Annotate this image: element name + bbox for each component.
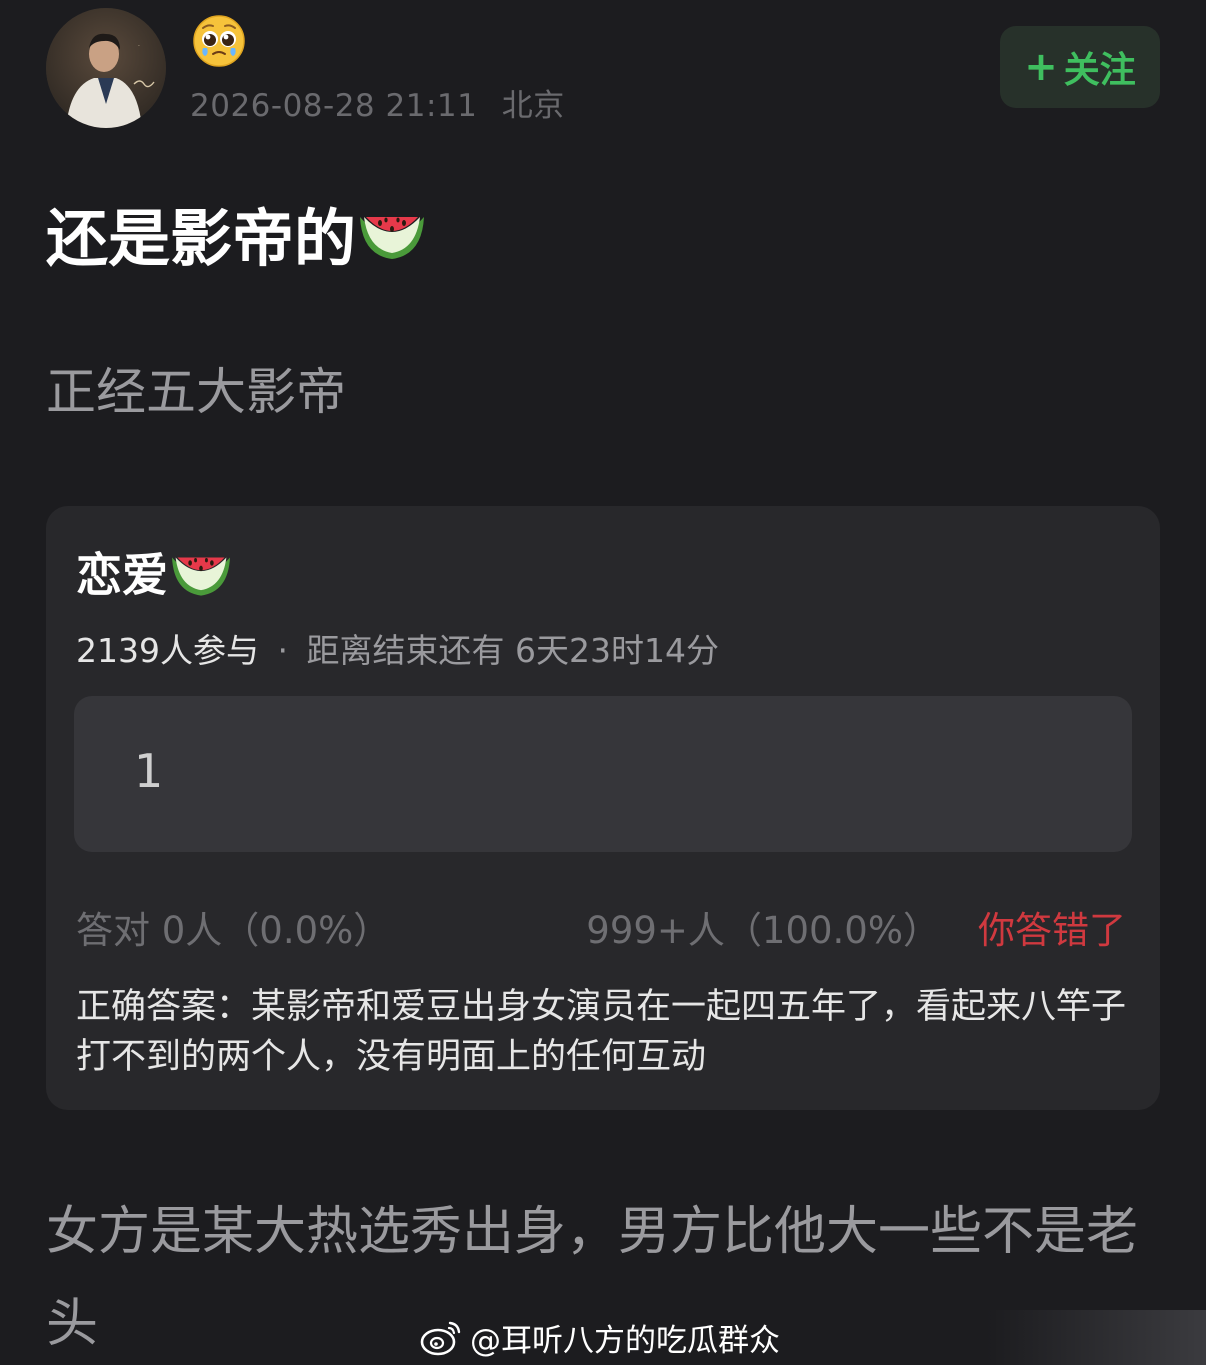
watermelon-icon (172, 557, 230, 596)
wrong-answer-label: 你答错了 (978, 909, 1126, 952)
post-title-text: 还是影帝的 (46, 202, 357, 275)
weibo-logo-icon (420, 1321, 461, 1356)
post-location: 北京 (501, 88, 565, 124)
correct-answer: 正确答案：某影帝和爱豆出身女演员在一起四五年了，看起来八竿子打不到的两个人，没有… (76, 987, 1127, 1077)
option-stats: 999+人（100.0%） (586, 909, 940, 952)
correct-stats: 答对 0人（0.0%） (76, 909, 391, 952)
follow-button[interactable]: + 关注 (1000, 26, 1160, 108)
option-label: 1 (134, 744, 164, 798)
post-page: · 2026-08-28 21:11 北京 + 关注 还是影帝的 正经五大影帝 … (0, 0, 1206, 1365)
post-title: 还是影帝的 (46, 190, 428, 276)
bottom-fade (986, 1310, 1206, 1365)
quiz-stats: 2139人参与 · 距离结束还有 6天23时14分 (76, 624, 719, 672)
weibo-watermark: @耳听八方的吃瓜群众 (420, 1314, 780, 1360)
pleading-face-icon (192, 14, 246, 68)
follow-label: 关注 (1063, 50, 1136, 91)
plus-icon: + (1024, 44, 1058, 90)
svg-text:·: · (138, 43, 140, 50)
quiz-option[interactable]: 1 (74, 696, 1132, 852)
result-row: 999+人（100.0%） 你答错了 (586, 900, 1126, 954)
quiz-title-text: 恋爱 (76, 548, 168, 602)
post-meta: 2026-08-28 21:11 北京 (190, 80, 565, 125)
avatar-image: · (46, 8, 166, 128)
watermark-text: @耳听八方的吃瓜群众 (470, 1322, 780, 1359)
quiz-title: 恋爱 (76, 542, 234, 602)
participant-count: 2139人参与 (76, 631, 259, 670)
avatar[interactable]: · (46, 8, 166, 128)
time-remaining: 距离结束还有 6天23时14分 (306, 631, 719, 670)
watermelon-icon (360, 217, 425, 259)
separator-dot: · (277, 631, 288, 670)
post-timestamp: 2026-08-28 21:11 (190, 88, 478, 124)
post-subtitle: 正经五大影帝 (46, 363, 346, 421)
quiz-card: 恋爱 2139人参与 · 距离结束还有 6天23时14分 1 答对 0人（0.0… (46, 506, 1160, 1110)
